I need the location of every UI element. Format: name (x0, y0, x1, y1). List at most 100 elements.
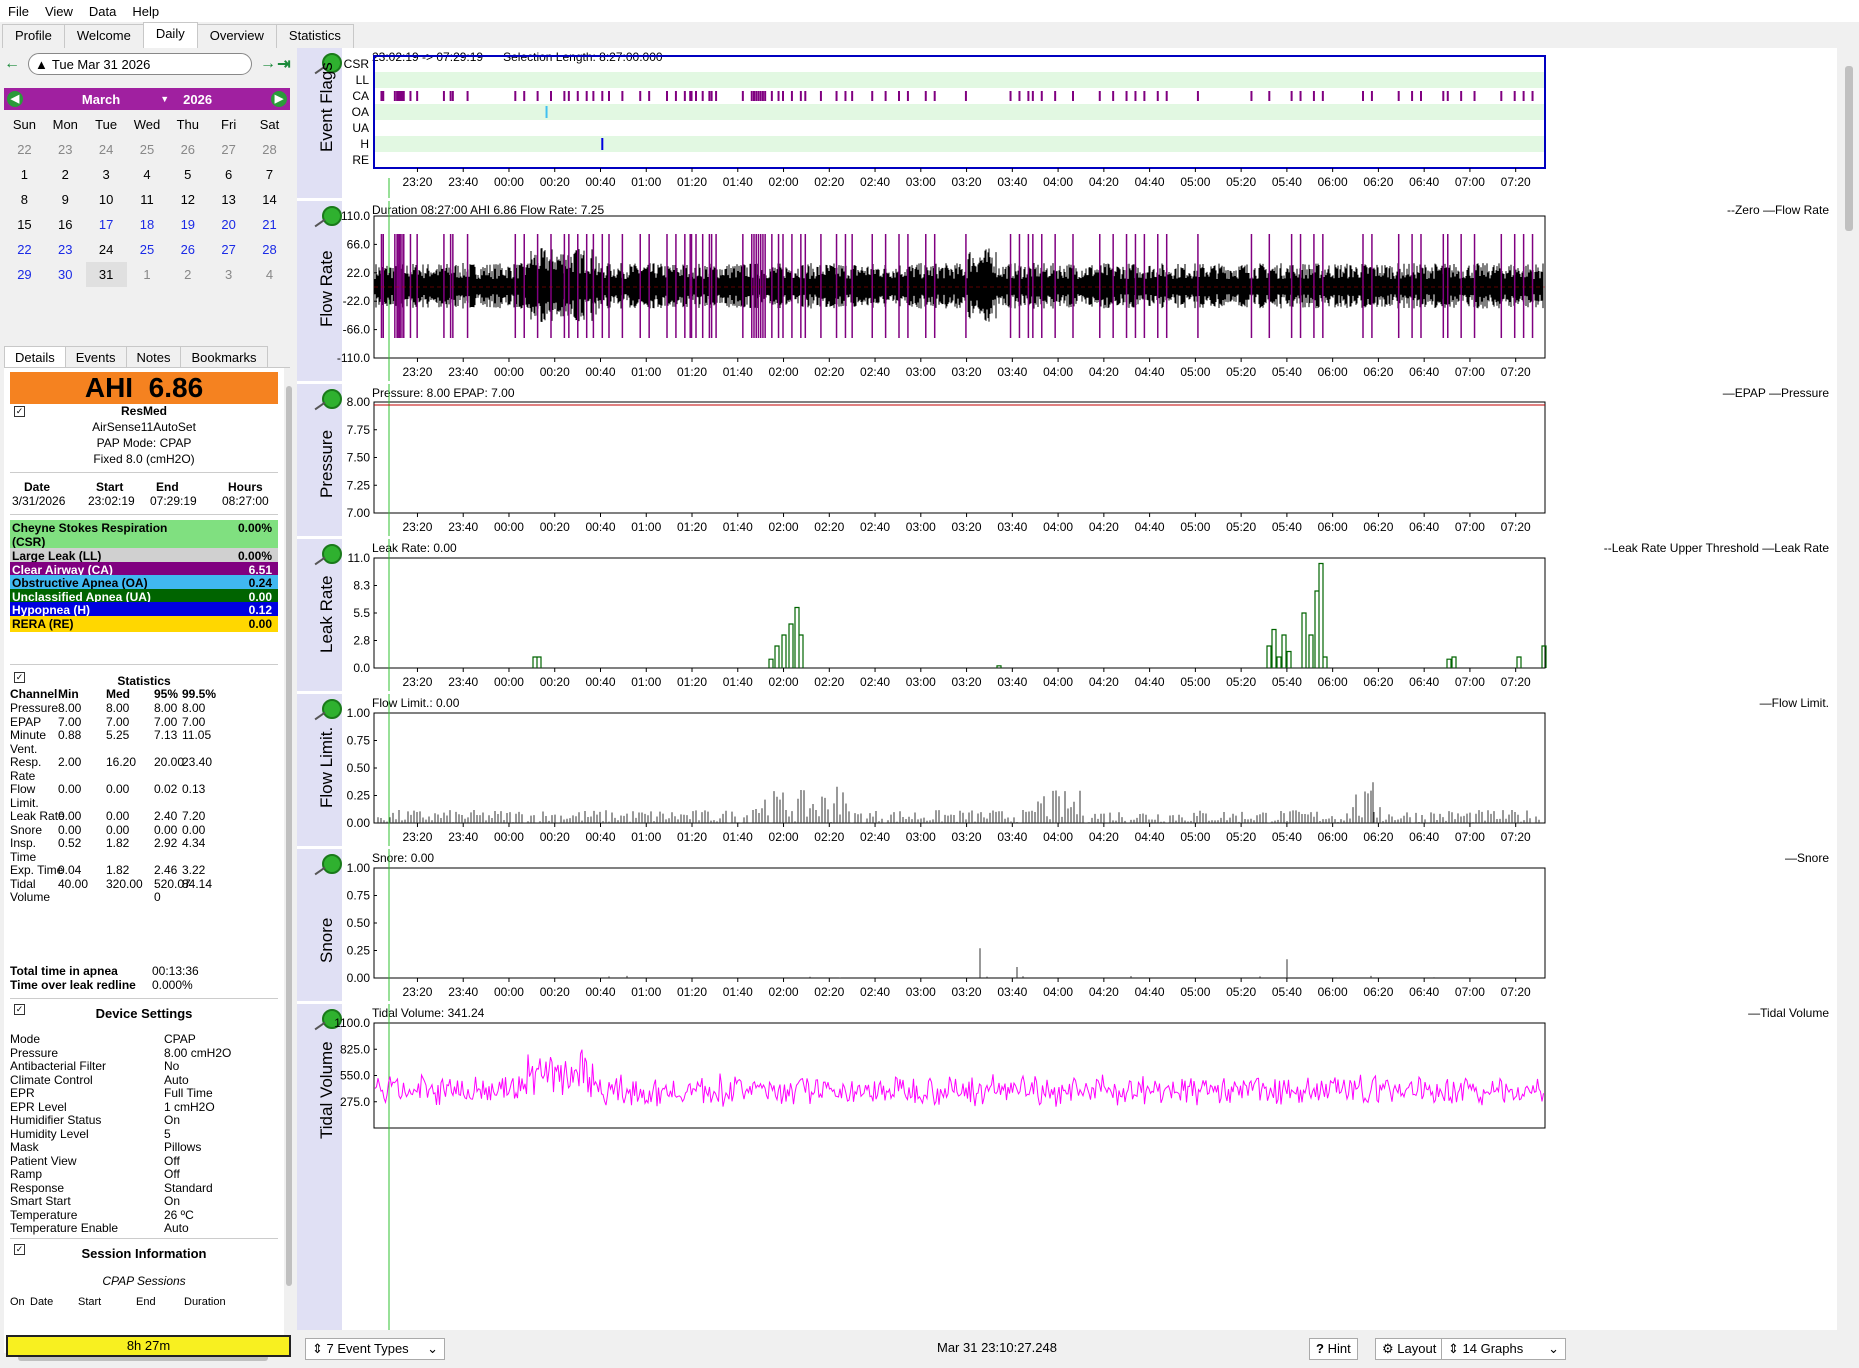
tab-profile[interactable]: Profile (2, 24, 65, 48)
tab-notes[interactable]: Notes (125, 346, 182, 367)
calendar-day[interactable]: 11 (127, 187, 168, 212)
calendar-day[interactable]: 27 (208, 137, 249, 162)
event-index-row[interactable]: Cheyne Stokes Respiration 0.00% (CSR) (10, 520, 278, 550)
graph-plot[interactable]: 23:20 23:40 00:00 00:20 00:40 01:00 01:20 01:40… (297, 384, 1837, 536)
x-tick-label: 03:20 (952, 520, 982, 534)
tab-daily[interactable]: Daily (142, 22, 198, 48)
calendar-day[interactable]: 15 (4, 212, 45, 237)
month-dropdown-icon[interactable]: ▼ (160, 94, 169, 104)
calendar-day[interactable]: 9 (45, 187, 86, 212)
x-tick-label: 04:40 (1135, 985, 1165, 999)
event-types-dropdown[interactable]: ⇕ 7 Event Types ⌄ (305, 1338, 445, 1360)
calendar-day[interactable]: 28 (249, 237, 290, 262)
graph-plot[interactable]: 23:20 23:40 00:00 00:20 00:40 01:00 01:20 01:40… (297, 201, 1837, 381)
last-day-arrow-icon[interactable]: ⇥ (276, 54, 292, 74)
x-tick-label: 01:20 (677, 365, 707, 379)
calendar-day[interactable]: 17 (86, 212, 127, 237)
calendar-day[interactable]: 25 (127, 237, 168, 262)
graph-flags[interactable]: Event Flags23:02:19 -> 07:29:19 Selectio… (297, 48, 1837, 198)
calendar-day[interactable]: 24 (86, 137, 127, 162)
calendar-day[interactable]: 23 (45, 137, 86, 162)
calendar-day[interactable]: 3 (208, 262, 249, 287)
calendar-day[interactable]: 2 (45, 162, 86, 187)
tab-details[interactable]: Details (4, 346, 66, 367)
layout-button[interactable]: ⚙ Layout (1375, 1338, 1444, 1360)
calendar-day[interactable]: 10 (86, 187, 127, 212)
calendar-day[interactable]: 8 (4, 187, 45, 212)
calendar-day[interactable]: 6 (208, 162, 249, 187)
graphs-dropdown[interactable]: ⇕ 14 Graphs ⌄ (1441, 1338, 1566, 1360)
calendar-day[interactable]: 13 (208, 187, 249, 212)
calendar-day[interactable]: 25 (127, 137, 168, 162)
scroll-thumb[interactable] (1845, 66, 1853, 231)
session-col-header: Duration (184, 1296, 226, 1308)
date-picker[interactable]: ▲ Tue Mar 31 2026 (28, 53, 252, 75)
calendar-day[interactable]: 1 (4, 162, 45, 187)
x-tick-label: 04:20 (1089, 365, 1119, 379)
calendar-day[interactable]: 26 (167, 137, 208, 162)
graph-plot[interactable]: 23:20 23:40 00:00 00:20 00:40 01:00 01:20 01:40… (297, 694, 1837, 846)
menu-help[interactable]: Help (124, 4, 167, 19)
calendar-day[interactable]: 3 (86, 162, 127, 187)
details-scrollbar[interactable] (284, 368, 294, 1353)
next-day-arrow-icon[interactable]: → (260, 55, 276, 73)
calendar-day[interactable]: 27 (208, 237, 249, 262)
graph-plot[interactable]: 23:20 23:40 00:00 00:20 00:40 01:00 01:20 01:40… (297, 849, 1837, 1001)
setting-value: Pillows (164, 1140, 202, 1154)
calendar-year[interactable]: 2026 (183, 92, 212, 107)
event-index-row[interactable]: RERA (RE) 0.00 (10, 615, 278, 632)
calendar-day[interactable]: 26 (167, 237, 208, 262)
tab-welcome[interactable]: Welcome (63, 24, 144, 48)
calendar-day[interactable]: 22 (4, 137, 45, 162)
calendar-day[interactable]: 12 (167, 187, 208, 212)
calendar-day[interactable]: 29 (4, 262, 45, 287)
graph-scrollbar[interactable] (1840, 48, 1859, 1330)
hint-button[interactable]: ? Hint (1309, 1338, 1358, 1360)
calendar-day[interactable]: 23 (45, 237, 86, 262)
graph-leak[interactable]: Leak RateLeak Rate: 0.00--Leak Rate Uppe… (297, 539, 1837, 691)
graph-flowlim[interactable]: Flow Limit.Flow Limit.: 0.00—Flow Limit.… (297, 694, 1837, 846)
calendar-month[interactable]: March (82, 92, 120, 107)
calendar-day[interactable]: 21 (249, 212, 290, 237)
calendar-day[interactable]: 2 (167, 262, 208, 287)
calendar-toggle-icon[interactable]: ▲ (35, 57, 48, 72)
calendar-day[interactable]: 18 (127, 212, 168, 237)
graph-snore[interactable]: SnoreSnore: 0.00—Snore23:2023:4000:0000:… (297, 849, 1837, 1001)
calendar-day[interactable]: 22 (4, 237, 45, 262)
calendar-day[interactable]: 31 (85, 262, 127, 287)
setting-value: Standard (164, 1180, 213, 1195)
graph-pressure[interactable]: PressurePressure: 8.00 EPAP: 7.00—EPAP —… (297, 384, 1837, 536)
graph-plot[interactable]: 1100.0 825.0 550.0 275.0 (297, 1004, 1837, 1330)
calendar-day[interactable]: 28 (249, 137, 290, 162)
calendar-day[interactable]: 19 (167, 212, 208, 237)
tab-statistics[interactable]: Statistics (275, 24, 354, 48)
tab-bookmarks[interactable]: Bookmarks (180, 346, 268, 367)
calendar-day[interactable]: 20 (208, 212, 249, 237)
calendar-day[interactable]: 16 (45, 212, 86, 237)
calendar-day[interactable]: 14 (249, 187, 290, 212)
tab-events[interactable]: Events (64, 346, 127, 367)
details-tabs: Details Events Notes Bookmarks (4, 346, 290, 368)
calendar-day[interactable]: 5 (167, 162, 208, 187)
tab-overview[interactable]: Overview (196, 24, 277, 48)
prev-day-arrow-icon[interactable]: ← (4, 55, 20, 73)
menu-file[interactable]: File (0, 4, 37, 19)
next-month-icon[interactable]: ▶ (271, 91, 287, 107)
calendar-day[interactable]: 24 (86, 237, 127, 262)
calendar-day[interactable]: 7 (249, 162, 290, 187)
graph-plot[interactable]: 23:20 23:40 00:00 00:20 00:40 01:00 01:20 01:40… (297, 539, 1837, 691)
prev-month-icon[interactable]: ◀ (7, 91, 23, 107)
graph-plot[interactable]: 23:20 23:40 00:00 00:20 00:40 01:00 01:20 01:40… (297, 48, 1837, 198)
ahi-banner: AHI 6.86 (10, 372, 278, 404)
calendar-day[interactable]: 4 (127, 162, 168, 187)
menu-data[interactable]: Data (81, 4, 124, 19)
calendar-day[interactable]: 30 (45, 262, 86, 287)
scroll-thumb[interactable] (286, 386, 292, 1286)
menu-view[interactable]: View (37, 4, 81, 19)
graph-flow[interactable]: Flow RateDuration 08:27:00 AHI 6.86 Flow… (297, 201, 1837, 381)
x-tick-label: 07:20 (1501, 830, 1531, 844)
calendar-day[interactable]: 1 (127, 262, 168, 287)
graph-tidal[interactable]: Tidal VolumeTidal Volume: 341.24—Tidal V… (297, 1004, 1837, 1330)
stat-cell: 0.00 (106, 822, 130, 837)
calendar-day[interactable]: 4 (249, 262, 290, 287)
